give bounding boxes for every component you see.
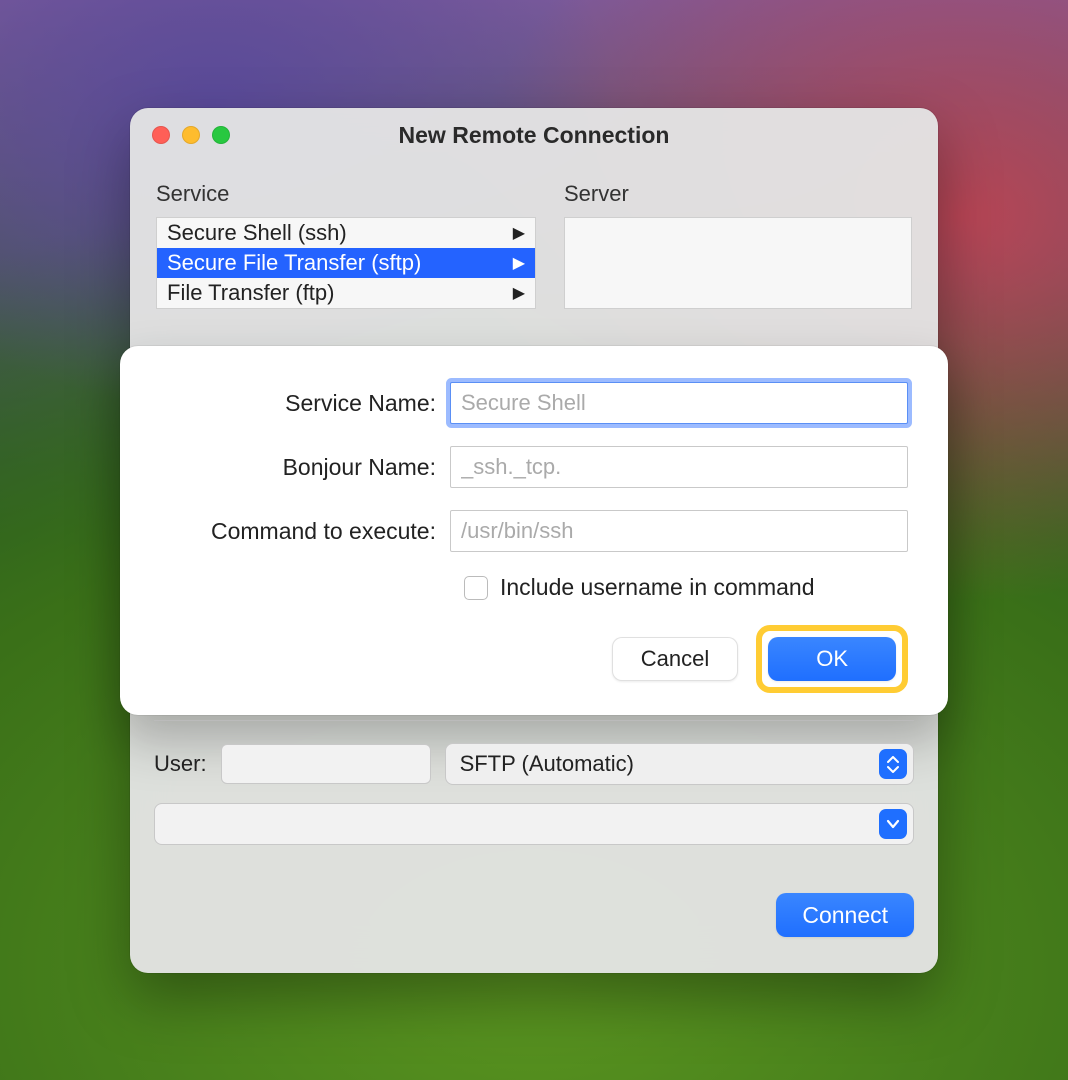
connect-button[interactable]: Connect [776,893,914,937]
service-sheet: Service Name: Bonjour Name: Command to e… [120,346,948,715]
server-column: Server [564,181,912,309]
service-item-sftp[interactable]: Secure File Transfer (sftp) ▶ [157,248,535,278]
columns: Service Secure Shell (ssh) ▶ Secure File… [130,163,938,309]
lower-section: User: SFTP (Automatic) Connect [154,720,914,937]
command-combo[interactable] [154,803,914,845]
scheme-label: SFTP (Automatic) [460,751,634,777]
server-list[interactable] [564,217,912,309]
user-label: User: [154,751,207,777]
window-title: New Remote Connection [130,122,938,149]
service-item-ftp[interactable]: File Transfer (ftp) ▶ [157,278,535,308]
service-item-ssh[interactable]: Secure Shell (ssh) ▶ [157,218,535,248]
chevron-down-icon [879,809,907,839]
chevron-right-icon: ▶ [513,223,525,243]
command-label: Command to execute: [160,518,450,545]
ok-button[interactable]: OK [768,637,896,681]
service-item-label: Secure File Transfer (sftp) [167,250,421,276]
bonjour-name-label: Bonjour Name: [160,454,450,481]
titlebar: New Remote Connection [130,108,938,163]
chevron-right-icon: ▶ [513,253,525,273]
new-remote-connection-window: New Remote Connection Service Secure She… [130,108,938,973]
service-item-label: File Transfer (ftp) [167,280,334,306]
server-header: Server [564,181,912,207]
service-name-input[interactable] [450,382,908,424]
include-username-label: Include username in command [500,574,815,601]
divider [154,720,914,721]
updown-icon [879,749,907,779]
service-list[interactable]: Secure Shell (ssh) ▶ Secure File Transfe… [156,217,536,309]
bonjour-name-input[interactable] [450,446,908,488]
chevron-right-icon: ▶ [513,283,525,303]
command-input[interactable] [450,510,908,552]
user-input[interactable] [221,744,431,784]
cancel-button[interactable]: Cancel [612,637,738,681]
service-column: Service Secure Shell (ssh) ▶ Secure File… [156,181,536,309]
service-item-label: Secure Shell (ssh) [167,220,347,246]
include-username-checkbox[interactable] [464,576,488,600]
service-name-label: Service Name: [160,390,450,417]
service-header: Service [156,181,536,207]
scheme-dropdown[interactable]: SFTP (Automatic) [445,743,914,785]
ok-highlight: OK [756,625,908,693]
